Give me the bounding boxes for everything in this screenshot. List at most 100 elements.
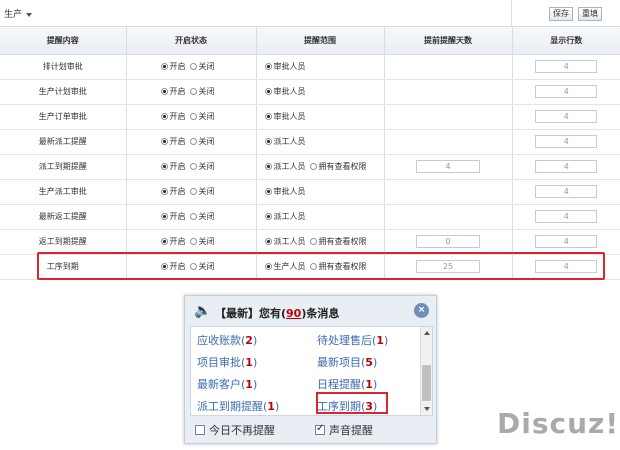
- lines-input[interactable]: 4: [535, 135, 598, 148]
- message-item[interactable]: 派工到期提醒(1): [197, 398, 279, 414]
- table-row: 工序到期 开启 关闭 生产人员 拥有查看权限 25 4: [0, 254, 620, 280]
- lines-cell: 4: [512, 204, 620, 230]
- lines-input[interactable]: 4: [535, 60, 598, 73]
- radio-off-icon[interactable]: [189, 88, 197, 95]
- radio-off-icon[interactable]: [189, 188, 197, 195]
- reminder-name: 派工到期提醒: [0, 154, 127, 180]
- status-cell: 开启 关闭: [126, 179, 257, 205]
- radio-on-icon[interactable]: [160, 188, 168, 195]
- message-item-label: 工序到期: [317, 400, 361, 413]
- sound-remind-checkbox[interactable]: 声音提醒: [315, 422, 373, 438]
- save-button[interactable]: 保存: [549, 7, 573, 21]
- message-item-label: 派工到期提醒: [197, 400, 263, 413]
- radio-scope-icon[interactable]: [264, 163, 272, 170]
- lines-input[interactable]: 4: [535, 235, 598, 248]
- scope-label: 派工人员: [273, 137, 306, 146]
- radio-off-icon[interactable]: [189, 213, 197, 220]
- message-item-label: 最新项目: [317, 356, 361, 369]
- scroll-down-icon[interactable]: [424, 407, 430, 411]
- lines-cell: 4: [512, 54, 620, 80]
- scope-cell: 派工人员 拥有查看权限: [256, 229, 385, 255]
- reminder-name: 生产订单审批: [0, 104, 127, 130]
- message-item-count: 1: [245, 378, 253, 391]
- module-dropdown[interactable]: 生产: [4, 7, 33, 20]
- lines-cell: 4: [512, 129, 620, 155]
- close-icon[interactable]: ×: [414, 303, 429, 318]
- days-input[interactable]: 0: [416, 235, 480, 248]
- radio-off-icon[interactable]: [189, 263, 197, 270]
- radio-off-icon[interactable]: [189, 113, 197, 120]
- radio-scope-icon[interactable]: [264, 88, 272, 95]
- status-off-label: 关闭: [198, 237, 215, 246]
- table-row: 最新返工提醒 开启 关闭 派工人员 4: [0, 204, 620, 230]
- popup-footer: 今日不再提醒 声音提醒: [195, 422, 435, 438]
- radio-off-icon[interactable]: [189, 138, 197, 145]
- status-off-label: 关闭: [198, 87, 215, 96]
- radio-view-permission-icon[interactable]: [309, 238, 317, 245]
- radio-on-icon[interactable]: [160, 163, 168, 170]
- radio-off-icon[interactable]: [189, 238, 197, 245]
- message-item[interactable]: 项目审批(1): [197, 354, 257, 370]
- checkbox-checked-icon: [315, 423, 325, 435]
- scroll-up-icon[interactable]: [424, 331, 430, 335]
- lines-cell: 4: [512, 229, 620, 255]
- radio-on-icon[interactable]: [160, 113, 168, 120]
- radio-scope-icon[interactable]: [264, 213, 272, 220]
- message-item[interactable]: 应收账款(2): [197, 332, 257, 348]
- message-item[interactable]: 最新项目(5): [317, 354, 377, 370]
- scope-cell: 生产人员 拥有查看权限: [256, 254, 385, 280]
- radio-off-icon[interactable]: [189, 63, 197, 70]
- days-input[interactable]: 25: [416, 260, 480, 273]
- status-cell: 开启 关闭: [126, 229, 257, 255]
- radio-on-icon[interactable]: [160, 238, 168, 245]
- status-cell: 开启 关闭: [126, 79, 257, 105]
- radio-scope-icon[interactable]: [264, 113, 272, 120]
- radio-on-icon[interactable]: [160, 88, 168, 95]
- reset-button[interactable]: 重填: [578, 7, 602, 21]
- message-item[interactable]: 工序到期(3): [317, 398, 377, 414]
- table-row: 返工到期提醒 开启 关闭 派工人员 拥有查看权限 0 4: [0, 229, 620, 255]
- message-item-label: 待处理售后: [317, 334, 372, 347]
- sound-remind-label: 声音提醒: [329, 424, 373, 437]
- scope-cell: 派工人员: [256, 129, 385, 155]
- scope-cell: 审批人员: [256, 54, 385, 80]
- caret-down-icon: [26, 12, 33, 17]
- header-scope: 提醒范围: [256, 27, 385, 55]
- scroll-thumb[interactable]: [422, 365, 431, 401]
- message-item[interactable]: 日程提醒(1): [317, 376, 377, 392]
- radio-off-icon[interactable]: [189, 163, 197, 170]
- radio-scope-icon[interactable]: [264, 238, 272, 245]
- lines-input[interactable]: 4: [535, 110, 598, 123]
- scope-cell: 审批人员: [256, 104, 385, 130]
- no-remind-today-checkbox[interactable]: 今日不再提醒: [195, 422, 275, 438]
- table-header-row: 提醒内容 开启状态 提醒范围 提前提醒天数 显示行数: [0, 27, 620, 55]
- view-permission-label: 拥有查看权限: [318, 237, 367, 246]
- popup-message-count[interactable]: 90: [286, 307, 301, 320]
- lines-input[interactable]: 4: [535, 85, 598, 98]
- lines-input[interactable]: 4: [535, 260, 598, 273]
- status-cell: 开启 关闭: [126, 104, 257, 130]
- radio-on-icon[interactable]: [160, 63, 168, 70]
- popup-scrollbar[interactable]: [420, 327, 432, 415]
- popup-title-suffix: )条消息: [301, 307, 340, 320]
- radio-view-permission-icon[interactable]: [309, 163, 317, 170]
- message-item-label: 应收账款: [197, 334, 241, 347]
- message-item[interactable]: 最新客户(1): [197, 376, 257, 392]
- lines-input[interactable]: 4: [535, 160, 598, 173]
- radio-view-permission-icon[interactable]: [309, 263, 317, 270]
- message-item[interactable]: 待处理售后(1): [317, 332, 388, 348]
- status-cell: 开启 关闭: [126, 254, 257, 280]
- radio-scope-icon[interactable]: [264, 63, 272, 70]
- radio-on-icon[interactable]: [160, 138, 168, 145]
- scope-cell: 派工人员: [256, 204, 385, 230]
- radio-on-icon[interactable]: [160, 213, 168, 220]
- lines-input[interactable]: 4: [535, 185, 598, 198]
- days-input[interactable]: 4: [416, 160, 480, 173]
- scope-label: 生产人员: [273, 262, 306, 271]
- radio-on-icon[interactable]: [160, 263, 168, 270]
- radio-scope-icon[interactable]: [264, 188, 272, 195]
- radio-scope-icon[interactable]: [264, 138, 272, 145]
- lines-input[interactable]: 4: [535, 210, 598, 223]
- table-row: 生产订单审批 开启 关闭 审批人员 4: [0, 104, 620, 130]
- radio-scope-icon[interactable]: [264, 263, 272, 270]
